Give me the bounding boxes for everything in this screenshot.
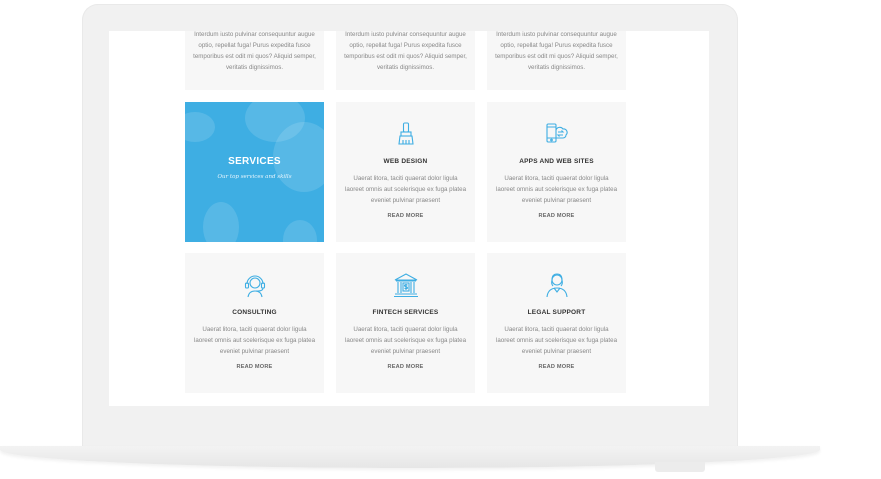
card-title: FINTECH SERVICES (372, 309, 439, 316)
hero-title: SERVICES (228, 156, 281, 167)
read-more-link[interactable]: READ MORE (336, 364, 475, 370)
card-description: Uaerat litora, taciti quaerat dolor ligu… (344, 175, 467, 204)
hero-subtitle: Our top services and skills (217, 174, 292, 180)
top-card-1: Interdum iusto pulvinar consequuntur aug… (185, 31, 324, 90)
laptop-base-notch (655, 462, 705, 472)
service-card-web-design[interactable]: WEB DESIGN Uaerat litora, taciti quaerat… (336, 102, 475, 242)
support-agent-icon (545, 273, 568, 298)
read-more-link[interactable]: READ MORE (185, 364, 324, 370)
card-title: CONSULTING (232, 309, 277, 316)
bank-icon (393, 273, 418, 298)
paint-brush-icon (397, 122, 414, 145)
person-silhouette (283, 220, 317, 242)
card-description: Uaerat litora, taciti quaerat dolor ligu… (344, 326, 467, 355)
card-title: WEB DESIGN (383, 158, 428, 165)
balloon-shape (185, 112, 215, 142)
laptop-screen: Interdum iusto pulvinar consequuntur aug… (109, 31, 709, 406)
top-card-2: Interdum iusto pulvinar consequuntur aug… (336, 31, 475, 90)
card-description: Uaerat litora, taciti quaerat dolor ligu… (495, 175, 618, 204)
service-card-legal[interactable]: LEGAL SUPPORT Uaerat litora, taciti quae… (487, 253, 626, 393)
read-more-link[interactable]: READ MORE (336, 213, 475, 219)
card-description: Uaerat litora, taciti quaerat dolor ligu… (495, 326, 618, 355)
person-silhouette (203, 202, 239, 242)
headset-icon (244, 275, 265, 298)
card-title: LEGAL SUPPORT (527, 309, 586, 316)
service-card-consulting[interactable]: CONSULTING Uaerat litora, taciti quaerat… (185, 253, 324, 393)
service-card-fintech[interactable]: FINTECH SERVICES Uaerat litora, taciti q… (336, 253, 475, 393)
card-description: Interdum iusto pulvinar consequuntur aug… (344, 31, 467, 71)
card-description: Interdum iusto pulvinar consequuntur aug… (495, 31, 618, 71)
card-title: APPS AND WEB SITES (519, 158, 594, 165)
top-card-3: Interdum iusto pulvinar consequuntur aug… (487, 31, 626, 90)
services-hero: SERVICES Our top services and skills (185, 102, 324, 242)
service-card-apps[interactable]: APPS AND WEB SITES Uaerat litora, taciti… (487, 102, 626, 242)
read-more-link[interactable]: READ MORE (487, 213, 626, 219)
card-description: Interdum iusto pulvinar consequuntur aug… (193, 31, 316, 71)
read-more-link[interactable]: READ MORE (487, 364, 626, 370)
card-description: Uaerat litora, taciti quaerat dolor ligu… (193, 326, 316, 355)
mobile-cloud-icon (545, 123, 568, 143)
